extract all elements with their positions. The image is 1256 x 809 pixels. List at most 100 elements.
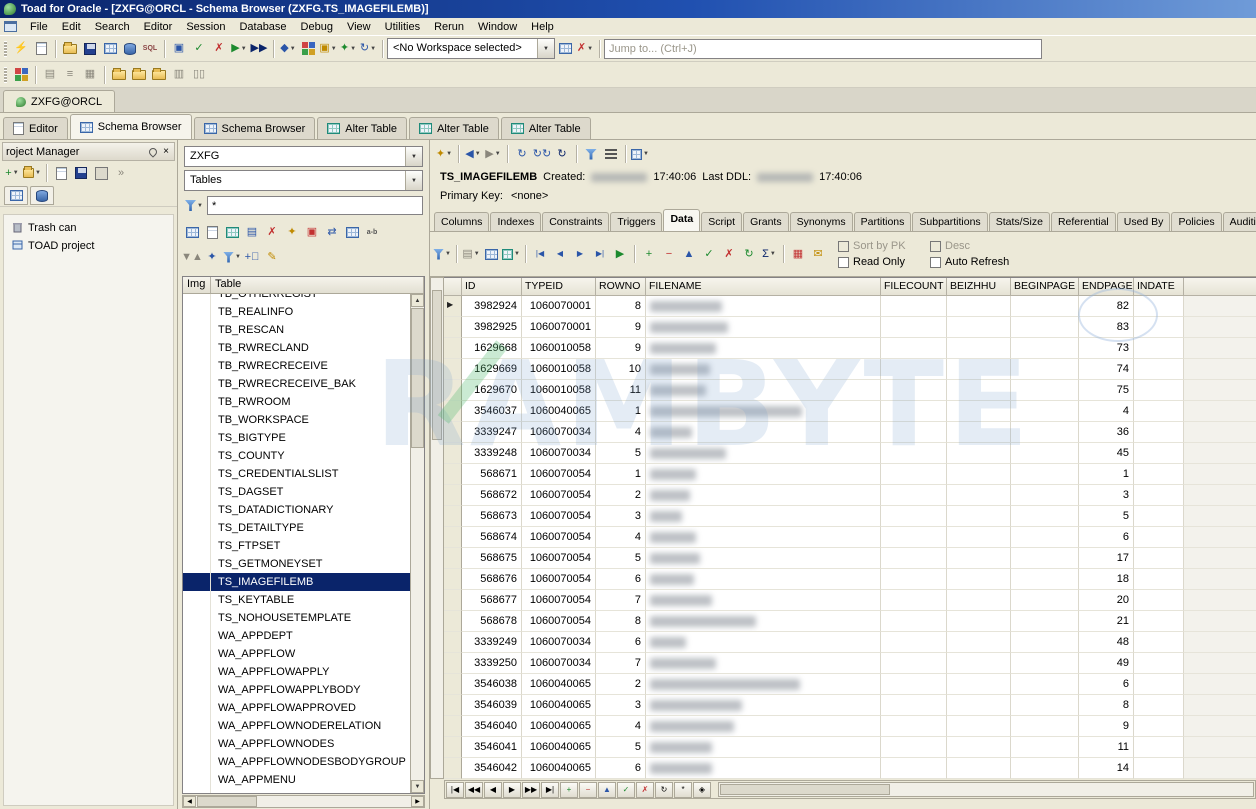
back-button[interactable]: ◀▼ [463, 144, 483, 164]
cell-beginpage[interactable] [1011, 653, 1079, 674]
cell-rowno[interactable]: 11 [596, 380, 646, 401]
menu-view[interactable]: View [340, 19, 378, 35]
cell-filename[interactable] [646, 548, 881, 569]
cell-endpage[interactable]: 14 [1079, 758, 1134, 779]
cell-beginpage[interactable] [1011, 401, 1079, 422]
cell-id[interactable]: 3982924 [462, 296, 522, 317]
schema-dropdown-icon[interactable]: ▼ [405, 147, 422, 166]
window-tab-schema-browser[interactable]: Schema Browser [194, 117, 316, 139]
refresh-list-button[interactable]: ↻↻ [532, 144, 552, 164]
cell-endpage[interactable]: 83 [1079, 317, 1134, 338]
cell-filecount[interactable] [881, 527, 947, 548]
cell-beginpage[interactable] [1011, 758, 1079, 779]
cell-filename[interactable] [646, 401, 881, 422]
nav-refresh-button[interactable]: ↻ [655, 782, 673, 798]
list-filter-button[interactable]: ✦ [202, 247, 222, 267]
cell-filename[interactable] [646, 380, 881, 401]
favorites-button[interactable]: ✦▼ [434, 144, 454, 164]
cell-indate[interactable] [1134, 422, 1184, 443]
cell-indate[interactable] [1134, 317, 1184, 338]
grid-row[interactable]: ▶39829241060070001882 [444, 296, 1256, 317]
nav-next-button[interactable]: ▶ [503, 782, 521, 798]
cell-indate[interactable] [1134, 548, 1184, 569]
cell-beizhhu[interactable] [947, 590, 1011, 611]
cell-typeid[interactable]: 1060040065 [522, 674, 596, 695]
cell-endpage[interactable]: 4 [1079, 401, 1134, 422]
cell-beizhhu[interactable] [947, 527, 1011, 548]
grid-row[interactable]: 33392471060070034436 [444, 422, 1256, 443]
checkbox-box[interactable] [930, 257, 941, 268]
table-list-header-table[interactable]: Table [211, 277, 424, 293]
cell-typeid[interactable]: 1060040065 [522, 401, 596, 422]
detail-tab-auditing[interactable]: Auditing [1223, 212, 1256, 231]
cell-filename[interactable] [646, 611, 881, 632]
cell-filename[interactable] [646, 443, 881, 464]
cell-beizhhu[interactable] [947, 380, 1011, 401]
last-record-button[interactable]: ▶| [590, 244, 610, 264]
cell-typeid[interactable]: 1060070054 [522, 527, 596, 548]
cell-filename[interactable] [646, 464, 881, 485]
cell-rowno[interactable]: 10 [596, 359, 646, 380]
refresh-data-button[interactable]: ↻ [739, 244, 759, 264]
execute-script-button[interactable]: ▶▶ [249, 39, 269, 59]
grid-header-filename[interactable]: FILENAME [646, 278, 881, 296]
table-list-item[interactable]: WA_APPFLOWNODESBODYGROUP [183, 753, 410, 771]
cell-indate[interactable] [1134, 674, 1184, 695]
cell-typeid[interactable]: 1060070034 [522, 632, 596, 653]
scroll-up-icon[interactable]: ▲ [411, 294, 424, 307]
cell-endpage[interactable]: 49 [1079, 653, 1134, 674]
cell-id[interactable]: 568678 [462, 611, 522, 632]
cell-filecount[interactable] [881, 485, 947, 506]
cell-beginpage[interactable] [1011, 296, 1079, 317]
grid-row[interactable]: 33392491060070034648 [444, 632, 1256, 653]
table-list-item[interactable]: TS_DETAILTYPE [183, 519, 410, 537]
cell-indate[interactable] [1134, 401, 1184, 422]
nav-bookmark-button[interactable]: * [674, 782, 692, 798]
cell-beizhhu[interactable] [947, 716, 1011, 737]
format-button[interactable]: ≡ [60, 65, 80, 85]
cell-beizhhu[interactable] [947, 569, 1011, 590]
cell-beginpage[interactable] [1011, 695, 1079, 716]
folder-add-button[interactable] [129, 65, 149, 85]
cell-filecount[interactable] [881, 443, 947, 464]
expand-button[interactable]: +⃝ [242, 247, 262, 267]
cell-filename[interactable] [646, 653, 881, 674]
delete-record-button[interactable]: − [659, 244, 679, 264]
menu-editor[interactable]: Editor [137, 19, 180, 35]
cell-beizhhu[interactable] [947, 422, 1011, 443]
aggregate-button[interactable]: Σ▼ [759, 244, 779, 264]
cell-filename[interactable] [646, 695, 881, 716]
cell-filename[interactable] [646, 527, 881, 548]
cell-beizhhu[interactable] [947, 296, 1011, 317]
workspace-select[interactable]: <No Workspace selected> ▼ [387, 38, 555, 59]
cell-indate[interactable] [1134, 758, 1184, 779]
export-data-button[interactable] [222, 222, 242, 242]
grid-row[interactable]: 568671106007005411 [444, 464, 1256, 485]
grid-row[interactable]: 33392481060070034545 [444, 443, 1256, 464]
grid-header-endpage[interactable]: ENDPAGE [1079, 278, 1134, 296]
cell-filecount[interactable] [881, 359, 947, 380]
cell-id[interactable]: 568677 [462, 590, 522, 611]
cell-filecount[interactable] [881, 317, 947, 338]
grid-row[interactable]: 162966910600100581074 [444, 359, 1256, 380]
script-button[interactable]: ▤ [242, 222, 262, 242]
menu-session[interactable]: Session [179, 19, 232, 35]
cell-beizhhu[interactable] [947, 317, 1011, 338]
table-list-item[interactable]: TB_REALINFO [183, 303, 410, 321]
detail-tab-subpartitions[interactable]: Subpartitions [912, 212, 987, 231]
cell-filecount[interactable] [881, 695, 947, 716]
detail-tab-indexes[interactable]: Indexes [490, 212, 541, 231]
cell-endpage[interactable]: 17 [1079, 548, 1134, 569]
cell-typeid[interactable]: 1060040065 [522, 716, 596, 737]
cell-endpage[interactable]: 74 [1079, 359, 1134, 380]
detail-tab-constraints[interactable]: Constraints [542, 212, 609, 231]
checkbox-box[interactable] [838, 241, 849, 252]
cell-filename[interactable] [646, 674, 881, 695]
cell-beizhhu[interactable] [947, 485, 1011, 506]
cell-endpage[interactable]: 82 [1079, 296, 1134, 317]
grid-row[interactable]: 162967010600100581175 [444, 380, 1256, 401]
table-list-header[interactable]: Img Table [183, 277, 424, 294]
table-list-item[interactable]: TS_BIGTYPE [183, 429, 410, 447]
split-window-button[interactable]: ▯▯ [189, 65, 209, 85]
cell-filename[interactable] [646, 296, 881, 317]
